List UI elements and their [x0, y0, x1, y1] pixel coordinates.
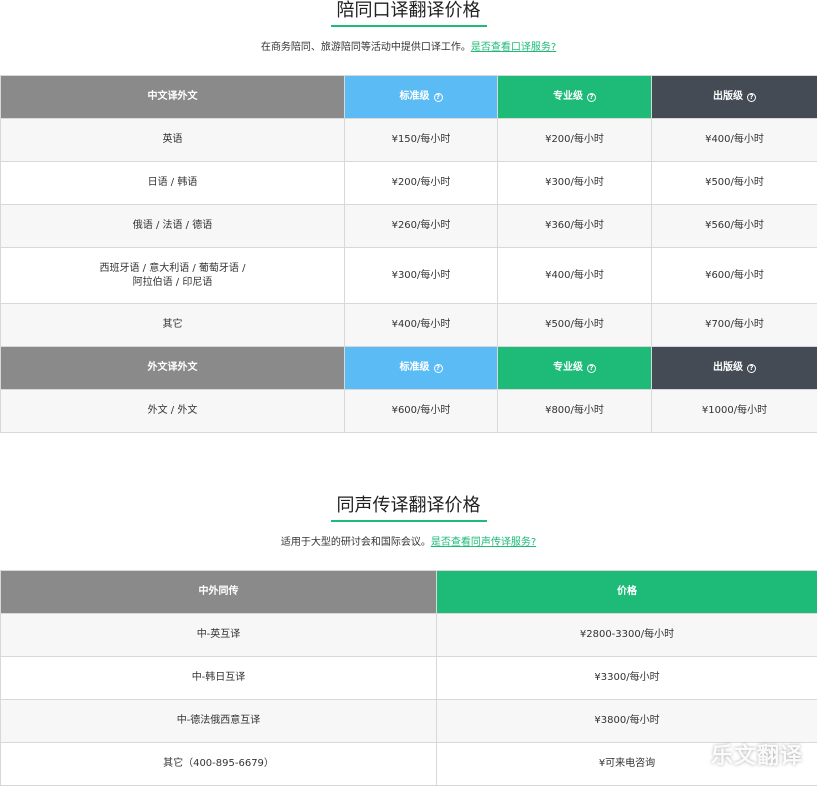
header-publication: 出版级?: [651, 346, 817, 390]
price-publication: ¥1000/每小时: [651, 389, 817, 433]
header-publication-label: 出版级: [713, 91, 743, 102]
table-row: 俄语 / 法语 / 德语 ¥260/每小时 ¥360/每小时 ¥560/每小时: [0, 204, 817, 248]
lang-cell: 西班牙语 / 意大利语 / 葡萄牙语 / 阿拉伯语 / 印尼语: [0, 247, 345, 304]
price-professional: ¥500/每小时: [497, 303, 652, 347]
lang-cell: 中-韩日互译: [0, 656, 437, 700]
header-publication: 出版级?: [651, 75, 817, 119]
help-icon[interactable]: ?: [747, 93, 756, 102]
price-professional: ¥400/每小时: [497, 247, 652, 304]
table-row: 西班牙语 / 意大利语 / 葡萄牙语 / 阿拉伯语 / 印尼语 ¥300/每小时 …: [0, 247, 817, 304]
price-standard: ¥200/每小时: [344, 161, 498, 205]
section1-link[interactable]: 是否查看口译服务?: [471, 42, 556, 53]
header-professional: 专业级?: [497, 346, 652, 390]
lang-cell: 俄语 / 法语 / 德语: [0, 204, 345, 248]
price-standard: ¥600/每小时: [344, 389, 498, 433]
header-standard-label: 标准级: [399, 362, 430, 373]
price-standard: ¥400/每小时: [344, 303, 498, 347]
price-publication: ¥400/每小时: [651, 118, 817, 162]
header-standard: 标准级?: [344, 346, 498, 390]
header-publication-label: 出版级: [713, 362, 743, 373]
price-cell: ¥3300/每小时: [436, 656, 817, 700]
interpretation-price-table: 中文译外文 标准级? 专业级? 出版级? 英语 ¥150/每小时 ¥200/每小…: [0, 75, 817, 433]
table-header-row: 中文译外文 标准级? 专业级? 出版级?: [0, 75, 817, 119]
price-professional: ¥300/每小时: [497, 161, 652, 205]
table-row: 英语 ¥150/每小时 ¥200/每小时 ¥400/每小时: [0, 118, 817, 162]
lang-cell: 其它（400-895-6679）: [0, 742, 437, 786]
table-header-row: 外文译外文 标准级? 专业级? 出版级?: [0, 346, 817, 390]
help-icon[interactable]: ?: [433, 93, 443, 102]
section2-title-text: 同声传译翻译价格: [330, 495, 487, 522]
section1-subtitle-text: 在商务陪同、旅游陪同等活动中提供口译工作。: [260, 42, 471, 53]
table-row: 中-英互译 ¥2800-3300/每小时: [0, 613, 817, 657]
header-professional-label: 专业级: [553, 91, 583, 102]
lang-cell: 中-德法俄西意互译: [0, 699, 437, 743]
price-publication: ¥700/每小时: [651, 303, 817, 347]
lang-cell: 日语 / 韩语: [0, 161, 345, 205]
simultaneous-price-table: 中外同传 价格 中-英互译 ¥2800-3300/每小时 中-韩日互译 ¥330…: [0, 570, 817, 786]
header-professional: 专业级?: [497, 75, 652, 119]
header-standard: 标准级?: [344, 75, 498, 119]
header-professional-label: 专业级: [553, 362, 583, 373]
price-cell: ¥2800-3300/每小时: [436, 613, 817, 657]
help-icon[interactable]: ?: [747, 364, 756, 373]
price-cell: ¥3800/每小时: [436, 699, 817, 743]
watermark: 乐文翻译: [710, 744, 803, 769]
section1-title: 陪同口译翻译价格: [0, 0, 817, 27]
price-professional: ¥200/每小时: [497, 118, 652, 162]
header-simultaneous: 中外同传: [0, 570, 437, 614]
section2-link[interactable]: 是否查看同声传译服务?: [431, 537, 536, 548]
section2-subtitle-text: 适用于大型的研讨会和国际会议。: [280, 537, 431, 548]
table-row: 其它 ¥400/每小时 ¥500/每小时 ¥700/每小时: [0, 303, 817, 347]
lang-cell: 外文 / 外文: [0, 389, 345, 433]
lang-line2: 阿拉伯语 / 印尼语: [132, 276, 213, 288]
price-standard: ¥150/每小时: [344, 118, 498, 162]
section1-title-text: 陪同口译翻译价格: [330, 0, 487, 27]
header-standard-label: 标准级: [399, 91, 430, 102]
price-publication: ¥560/每小时: [651, 204, 817, 248]
table-header-row: 中外同传 价格: [0, 570, 817, 614]
lang-cell: 中-英互译: [0, 613, 437, 657]
lang-cell: 英语: [0, 118, 345, 162]
header-cn-to-foreign: 中文译外文: [0, 75, 345, 119]
section1-subtitle: 在商务陪同、旅游陪同等活动中提供口译工作。是否查看口译服务?: [0, 38, 817, 53]
price-professional: ¥360/每小时: [497, 204, 652, 248]
price-standard: ¥260/每小时: [344, 204, 498, 248]
help-icon[interactable]: ?: [587, 364, 596, 373]
table-row: 中-韩日互译 ¥3300/每小时: [0, 656, 817, 700]
table-row: 日语 / 韩语 ¥200/每小时 ¥300/每小时 ¥500/每小时: [0, 161, 817, 205]
help-icon[interactable]: ?: [433, 364, 443, 373]
table-row: 其它（400-895-6679） ¥可来电咨询: [0, 742, 817, 786]
help-icon[interactable]: ?: [587, 93, 596, 102]
table-row: 中-德法俄西意互译 ¥3800/每小时: [0, 699, 817, 743]
section2-title: 同声传译翻译价格: [0, 495, 817, 522]
header-foreign-to-foreign: 外文译外文: [0, 346, 345, 390]
header-price: 价格: [436, 570, 817, 614]
lang-line1: 西班牙语 / 意大利语 / 葡萄牙语 /: [99, 262, 246, 274]
section2-subtitle: 适用于大型的研讨会和国际会议。是否查看同声传译服务?: [0, 533, 817, 548]
price-publication: ¥500/每小时: [651, 161, 817, 205]
price-professional: ¥800/每小时: [497, 389, 652, 433]
lang-cell: 其它: [0, 303, 345, 347]
price-standard: ¥300/每小时: [344, 247, 498, 304]
price-publication: ¥600/每小时: [651, 247, 817, 304]
table-row: 外文 / 外文 ¥600/每小时 ¥800/每小时 ¥1000/每小时: [0, 389, 817, 433]
